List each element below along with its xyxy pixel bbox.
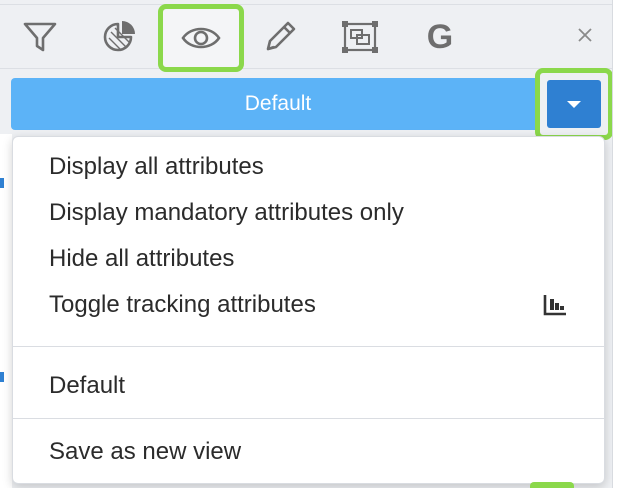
attributes-panel: G Default Display all attributes Display… [0,0,613,488]
menu-divider [13,346,604,347]
menu-item-view-default[interactable]: Default [13,364,604,408]
pencil-icon [266,21,296,51]
select-region-icon [342,21,378,53]
menu-item-display-mandatory[interactable]: Display mandatory attributes only [13,191,604,235]
menu-divider [13,418,604,419]
menu-item-save-view[interactable]: Save as new view [13,430,604,474]
background-marker [0,372,4,382]
visibility-button[interactable] [158,4,244,72]
filter-icon [23,22,57,52]
view-selector: Default [11,68,613,140]
highlight-peek [530,482,574,488]
pie-chart-icon [103,21,135,52]
menu-item-display-all[interactable]: Display all attributes [13,145,604,189]
menu-item-hide-all[interactable]: Hide all attributes [13,237,604,281]
window-edge [612,0,618,488]
close-icon [578,28,592,42]
view-dropdown-menu: Display all attributes Display mandatory… [12,136,605,484]
bar-chart-icon [543,295,566,316]
current-view-button[interactable]: Default [11,78,545,130]
caret-down-icon [567,100,581,108]
eye-icon [181,27,221,49]
view-toggle-highlight [535,68,613,140]
toolbar-divider [0,4,612,5]
view-dropdown-toggle[interactable] [547,80,601,128]
chart-button[interactable] [93,10,147,64]
background-marker [0,178,4,188]
toolbar: G [0,0,612,72]
google-button[interactable]: G [413,10,467,64]
edit-button[interactable] [253,10,307,64]
background-content [0,134,12,488]
select-region-button[interactable] [333,10,387,64]
close-button[interactable] [572,22,598,48]
google-icon: G [426,18,454,56]
filter-button[interactable] [13,10,67,64]
menu-item-toggle-tracking[interactable]: Toggle tracking attributes [13,283,604,327]
menu-item-label: Toggle tracking attributes [49,291,316,318]
